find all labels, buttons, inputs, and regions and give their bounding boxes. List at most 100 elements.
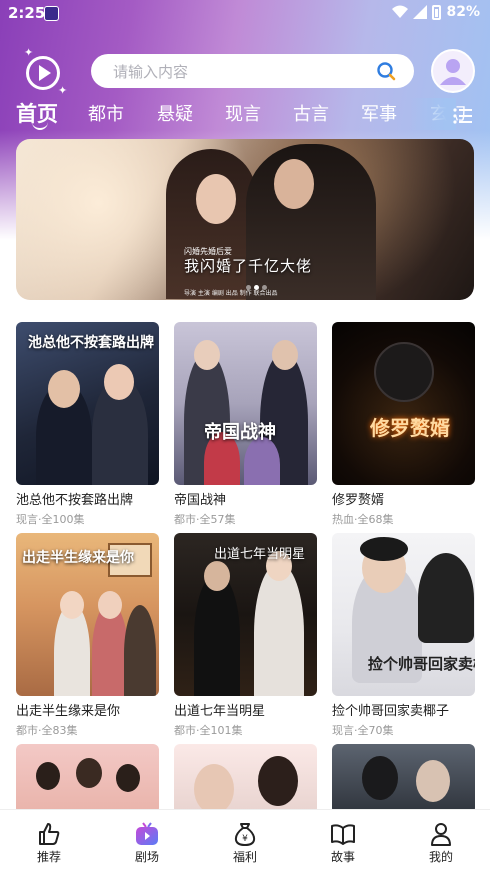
poster-title: 帝国战神 bbox=[204, 422, 276, 443]
tab-fade bbox=[410, 98, 456, 130]
status-indicators: 82% bbox=[392, 4, 480, 20]
poster-figure bbox=[124, 605, 156, 696]
pagination-dot[interactable] bbox=[246, 285, 251, 290]
poster-figure bbox=[362, 756, 398, 800]
poster-title: 修罗赘婿 bbox=[370, 416, 450, 440]
poster-figure bbox=[416, 760, 450, 802]
thumbs-up-icon bbox=[39, 823, 60, 845]
drama-meta: 现言·全100集 bbox=[16, 513, 85, 526]
pagination-dot-active[interactable] bbox=[254, 285, 259, 290]
drama-card[interactable] bbox=[16, 744, 159, 814]
battery-icon bbox=[432, 4, 442, 20]
banner-figure bbox=[246, 144, 376, 300]
person-icon bbox=[431, 823, 451, 846]
poster-figure bbox=[60, 591, 84, 619]
poster-figure bbox=[254, 563, 304, 696]
drama-meta: 都市·全101集 bbox=[174, 724, 243, 737]
tab-military[interactable]: 军事 bbox=[361, 100, 397, 126]
poster-figure bbox=[36, 762, 60, 790]
bottom-navigation: 推荐 剧场 ¥ 福利 故事 我的 bbox=[0, 809, 490, 871]
poster-figure bbox=[194, 573, 240, 696]
banner-figure bbox=[196, 174, 236, 224]
tv-icon bbox=[136, 822, 158, 845]
nav-story[interactable]: 故事 bbox=[294, 810, 392, 871]
nav-label: 我的 bbox=[428, 850, 453, 864]
featured-banner[interactable]: 闪婚先婚后爱 我闪婚了千亿大佬 导演 主演 编剧 出品 制作 联合出品 bbox=[16, 139, 474, 300]
avatar[interactable] bbox=[431, 49, 475, 93]
drama-title[interactable]: 池总他不按套路出牌 bbox=[16, 489, 159, 508]
drama-title[interactable]: 帝国战神 bbox=[174, 489, 317, 508]
poster-title: 池总他不按套路出牌 bbox=[28, 335, 154, 351]
wifi-icon bbox=[392, 5, 409, 18]
banner-figure bbox=[274, 159, 314, 209]
poster-title: 出道七年当明星 bbox=[214, 547, 306, 562]
svg-text:¥: ¥ bbox=[242, 834, 248, 844]
banner-pagination bbox=[246, 285, 267, 290]
drama-poster[interactable]: 捡个帅哥回家卖椰子 bbox=[332, 533, 475, 696]
poster-figure bbox=[98, 591, 122, 619]
drama-meta: 都市·全57集 bbox=[174, 513, 236, 526]
poster-title: 捡个帅哥回家卖椰子 bbox=[368, 655, 475, 673]
nav-profile[interactable]: 我的 bbox=[392, 810, 490, 871]
status-bar: 2:25 82% bbox=[0, 0, 490, 28]
nav-label: 剧场 bbox=[134, 850, 159, 864]
tab-ancient-romance[interactable]: 古言 bbox=[293, 100, 329, 126]
banner-headline: 我闪婚了千亿大佬 bbox=[184, 257, 313, 275]
drama-poster[interactable] bbox=[332, 744, 475, 814]
drama-card[interactable]: 出走半生缘来是你 出走半生缘来是你 都市·全83集 bbox=[16, 533, 159, 738]
nav-label: 推荐 bbox=[36, 850, 61, 864]
sparkle-icon: ✦ bbox=[58, 84, 68, 97]
app-logo-icon[interactable] bbox=[26, 56, 60, 90]
drama-title[interactable]: 捡个帅哥回家卖椰子 bbox=[332, 700, 475, 719]
poster-title: 出走半生缘来是你 bbox=[22, 550, 134, 566]
poster-figure bbox=[104, 364, 134, 400]
pagination-dot[interactable] bbox=[262, 285, 267, 290]
search-input[interactable]: 请输入内容 bbox=[91, 54, 414, 88]
drama-poster[interactable]: 池总他不按套路出牌 bbox=[16, 322, 159, 485]
drama-poster[interactable] bbox=[16, 744, 159, 814]
drama-card[interactable]: 出道七年当明星 出道七年当明星 都市·全101集 bbox=[174, 533, 317, 738]
poster-figure bbox=[258, 756, 298, 806]
drama-card[interactable] bbox=[332, 744, 475, 814]
tab-urban[interactable]: 都市 bbox=[88, 100, 124, 126]
poster-figure bbox=[272, 340, 298, 370]
poster-figure bbox=[194, 340, 220, 370]
battery-level: 82% bbox=[446, 4, 480, 20]
signal-icon bbox=[413, 5, 428, 19]
drama-card[interactable] bbox=[174, 744, 317, 814]
drama-card[interactable]: 修罗赘婿 修罗赘婿 热血·全68集 bbox=[332, 322, 475, 527]
poster-figure bbox=[244, 437, 280, 485]
sparkle-icon: ✦ bbox=[24, 46, 34, 59]
drama-poster[interactable]: 修罗赘婿 bbox=[332, 322, 475, 485]
drama-poster[interactable]: 出走半生缘来是你 bbox=[16, 533, 159, 696]
drama-poster[interactable]: 帝国战神 bbox=[174, 322, 317, 485]
drama-title[interactable]: 出走半生缘来是你 bbox=[16, 700, 159, 719]
drama-title[interactable]: 修罗赘婿 bbox=[332, 489, 475, 508]
tab-suspense[interactable]: 悬疑 bbox=[157, 100, 193, 126]
nav-theater[interactable]: 剧场 bbox=[98, 810, 196, 871]
money-bag-icon: ¥ bbox=[234, 823, 256, 846]
drama-card[interactable]: 捡个帅哥回家卖椰子 捡个帅哥回家卖椰子 现言·全70集 bbox=[332, 533, 475, 738]
poster-figure bbox=[76, 758, 102, 788]
poster-figure bbox=[116, 764, 140, 792]
status-time: 2:25 bbox=[8, 4, 46, 22]
search-icon[interactable] bbox=[376, 61, 396, 81]
drama-poster[interactable] bbox=[174, 744, 317, 814]
menu-icon[interactable] bbox=[452, 105, 474, 127]
banner-figure bbox=[166, 149, 256, 299]
nav-recommend[interactable]: 推荐 bbox=[0, 810, 98, 871]
poster-figure bbox=[204, 561, 230, 591]
poster-figure bbox=[48, 370, 80, 408]
poster-figure bbox=[418, 553, 474, 643]
avatar-person-icon bbox=[440, 59, 466, 85]
tab-modern-romance[interactable]: 现言 bbox=[225, 100, 261, 126]
drama-title[interactable]: 出道七年当明星 bbox=[174, 700, 317, 719]
drama-poster[interactable]: 出道七年当明星 bbox=[174, 533, 317, 696]
drama-card[interactable]: 帝国战神 帝国战神 都市·全57集 bbox=[174, 322, 317, 527]
nav-welfare[interactable]: ¥ 福利 bbox=[196, 810, 294, 871]
poster-figure bbox=[360, 537, 408, 561]
drama-meta: 都市·全83集 bbox=[16, 724, 78, 737]
drama-card[interactable]: 池总他不按套路出牌 池总他不按套路出牌 现言·全100集 bbox=[16, 322, 159, 527]
search-placeholder: 请输入内容 bbox=[113, 62, 189, 81]
drama-meta: 热血·全68集 bbox=[332, 513, 394, 526]
